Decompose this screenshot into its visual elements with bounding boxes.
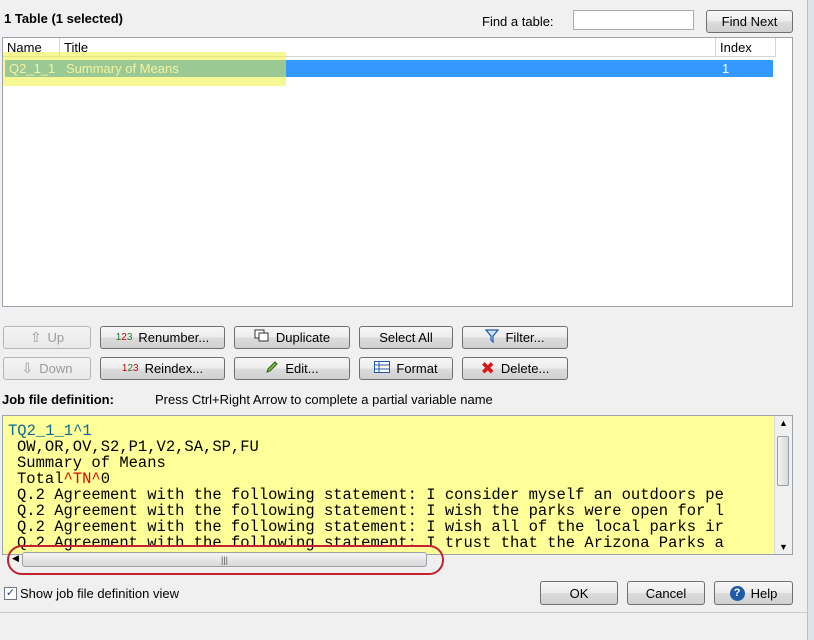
format-label: Format <box>396 361 438 376</box>
select-all-button[interactable]: Select All <box>359 326 453 349</box>
delete-button[interactable]: ✖ Delete... <box>462 357 568 380</box>
filter-icon <box>485 329 500 346</box>
row-name-cell: Q2_1_1 <box>9 61 56 76</box>
delete-x-icon: ✖ <box>480 358 495 378</box>
duplicate-label: Duplicate <box>275 330 331 345</box>
select-all-label: Select All <box>379 330 433 345</box>
down-button[interactable]: ⇩ Down <box>3 357 91 380</box>
down-arrow-icon: ⇩ <box>21 360 34 376</box>
duplicate-icon <box>254 329 270 346</box>
filter-label: Filter... <box>505 330 545 345</box>
job-definition-editor[interactable]: TQ2_1_1^1 OW,OR,OV,S2,P1,V2,SA,SP,FU Sum… <box>2 415 793 555</box>
code-line: Summary of Means <box>17 454 166 472</box>
editor-vertical-scrollbar[interactable]: ▲ ▼ <box>774 416 792 554</box>
column-header-index[interactable]: Index <box>716 38 776 57</box>
table-count-label: 1 Table (1 selected) <box>4 11 123 26</box>
help-icon: ? <box>729 585 745 601</box>
numbering-icon: 123 <box>115 332 133 343</box>
renumber-button[interactable]: 123 Renumber... <box>100 326 225 349</box>
find-next-button[interactable]: Find Next <box>706 10 793 33</box>
reindex-button[interactable]: 123 Reindex... <box>100 357 225 380</box>
row-title-cell: Summary of Means <box>66 61 179 76</box>
footer-divider <box>0 612 807 613</box>
delete-label: Delete... <box>500 361 550 376</box>
code-line: Q.2 Agreement with the following stateme… <box>17 486 724 504</box>
code-line: OW,OR,OV,S2,P1,V2,SA,SP,FU <box>17 438 259 456</box>
scroll-down-arrow-icon[interactable]: ▼ <box>779 542 788 552</box>
down-label: Down <box>39 361 73 376</box>
find-table-input[interactable] <box>573 10 694 30</box>
up-button[interactable]: ⇧ Up <box>3 326 91 349</box>
scroll-up-arrow-icon[interactable]: ▲ <box>779 418 788 428</box>
code-line: Q.2 Agreement with the following stateme… <box>17 502 724 520</box>
job-definition-label: Job file definition: <box>2 392 114 407</box>
table-format-icon <box>374 361 391 376</box>
renumber-label: Renumber... <box>138 330 210 345</box>
ok-label: OK <box>569 585 589 601</box>
up-arrow-icon: ⇧ <box>29 329 42 345</box>
cancel-label: Cancel <box>645 585 687 601</box>
help-button[interactable]: ? Help <box>714 581 793 605</box>
ok-button[interactable]: OK <box>540 581 618 605</box>
tables-list[interactable]: Name Title Index Q2_1_1 Summary of Means… <box>2 37 793 307</box>
window-edge <box>807 0 814 640</box>
code-line-total: Total^TN^0 <box>17 471 110 487</box>
duplicate-button[interactable]: Duplicate <box>234 326 350 349</box>
show-job-view-checkbox[interactable]: ✓ <box>4 587 17 600</box>
code-line: TQ2_1_1^1 <box>8 422 92 440</box>
code-line: Q.2 Agreement with the following stateme… <box>17 518 724 536</box>
numbering-icon: 123 <box>121 363 139 374</box>
help-label: Help <box>750 585 778 601</box>
job-definition-hint: Press Ctrl+Right Arrow to complete a par… <box>155 392 493 407</box>
filter-button[interactable]: Filter... <box>462 326 568 349</box>
highlight-circle <box>7 545 444 575</box>
find-next-label: Find Next <box>721 14 778 29</box>
format-button[interactable]: Format <box>359 357 453 380</box>
up-label: Up <box>47 330 65 345</box>
vertical-scroll-thumb[interactable] <box>777 436 789 486</box>
row-index-cell: 1 <box>722 61 730 76</box>
reindex-label: Reindex... <box>144 361 204 376</box>
show-job-view-label[interactable]: Show job file definition view <box>20 586 179 601</box>
pencil-icon <box>265 360 279 377</box>
find-table-label: Find a table: <box>482 14 554 29</box>
edit-label: Edit... <box>285 361 319 376</box>
edit-button[interactable]: Edit... <box>234 357 350 380</box>
cancel-button[interactable]: Cancel <box>627 581 705 605</box>
